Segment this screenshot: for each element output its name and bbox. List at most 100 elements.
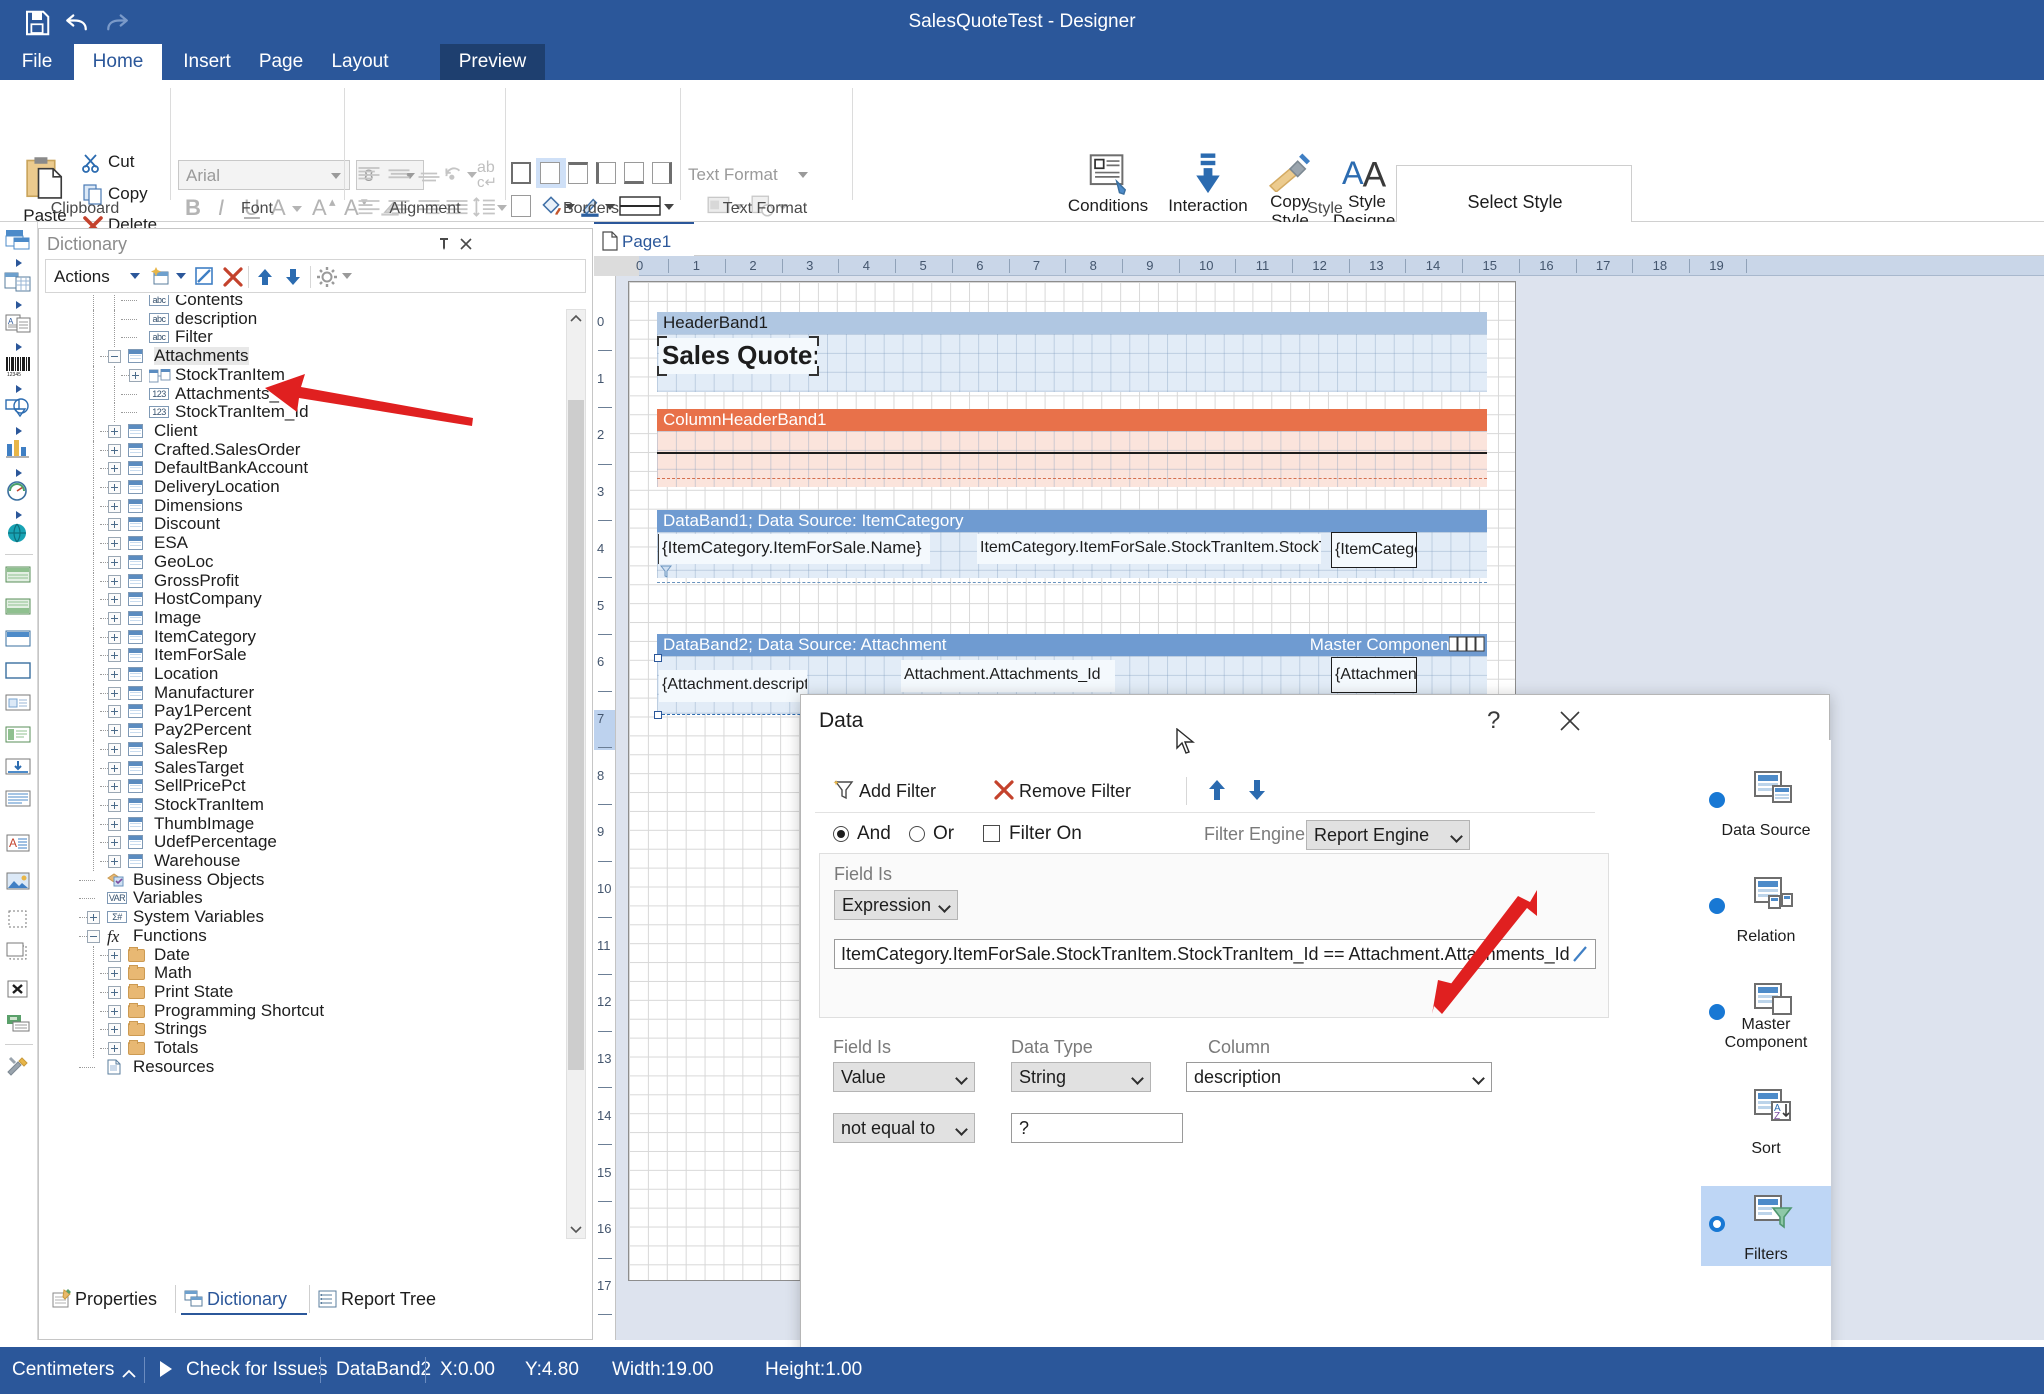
expand-icon[interactable] [108,742,121,756]
align-middle-button[interactable] [382,160,416,190]
expand-icon[interactable] [108,1004,121,1018]
move-up-icon[interactable] [254,266,276,293]
close-panel-icon[interactable] [458,236,474,252]
shape-icon[interactable] [4,396,34,422]
barcode-icon[interactable]: 12345 [4,354,34,380]
expand-icon[interactable] [108,462,121,476]
new-item-icon[interactable] [150,266,172,293]
tree-item-crafted-salesorder[interactable]: Crafted.SalesOrder [45,440,565,460]
expand-icon[interactable] [108,798,121,812]
expand-icon[interactable] [108,686,121,700]
tab-file[interactable]: File [8,44,66,80]
align-top-button[interactable] [352,160,386,190]
tab-layout[interactable]: Layout [320,44,400,80]
tree-item-strings[interactable]: Strings [45,1020,565,1039]
expand-icon[interactable] [129,368,142,382]
expand-icon[interactable] [108,518,121,532]
filter-engine-select[interactable]: Report Engine [1306,820,1470,850]
component-attachment-description[interactable]: {Attachment.description} [659,670,807,702]
shape-dropdown-icon[interactable] [13,422,25,435]
expand-icon[interactable] [108,668,121,681]
expand-icon[interactable] [108,1023,121,1037]
table-icon[interactable] [4,270,34,296]
edit-icon[interactable] [194,266,216,293]
image-icon[interactable] [4,870,34,896]
component-itemcategory-name[interactable]: {ItemCategory.ItemForSale.Name} [658,534,930,564]
or-radio[interactable] [909,826,925,842]
tree-item-system-variables[interactable]: Σ# System Variables [45,908,565,927]
tab-home[interactable]: Home [74,44,162,80]
mode-relation[interactable]: Relation [1701,868,1831,948]
actions-menu-button[interactable]: Actions [54,267,110,287]
mode-master-component[interactable]: Master Component [1701,974,1831,1054]
expand-icon[interactable] [108,724,121,738]
dictionary-tree[interactable]: abc Contents abc description abc Filter Attach… [45,295,586,1279]
tree-item-hostcompany[interactable]: HostCompany [45,590,565,609]
border-none-button[interactable] [540,162,560,184]
border-all-button[interactable] [511,162,531,184]
dashed-panel-icon[interactable] [4,908,34,934]
tree-item-manufacturer[interactable]: Manufacturer [45,683,565,703]
barcode-dropdown-icon[interactable] [13,380,25,393]
border-right-button[interactable] [652,162,672,184]
map-icon[interactable] [4,522,34,548]
chart-dropdown-icon[interactable] [13,464,25,477]
check-for-issues-button[interactable]: Check for Issues [186,1359,328,1381]
tree-item-stocktranitem[interactable]: StockTranItem [45,795,565,815]
expand-icon[interactable] [108,967,121,981]
dictionary-scrollbar[interactable] [566,309,586,1239]
tree-item-geoloc[interactable]: GeoLoc [45,552,565,572]
tree-item-print-state[interactable]: Print State [45,982,565,1002]
scroll-up-arrow[interactable] [568,310,584,327]
tree-item-variables[interactable]: VAR Variables [45,889,565,908]
move-up-icon[interactable] [1205,777,1229,808]
tree-item-esa[interactable]: ESA [45,534,565,553]
footer-band-icon[interactable] [4,596,34,622]
expand-icon[interactable] [108,948,121,962]
expand-icon[interactable] [108,649,121,663]
tree-item-stocktranitem-id[interactable]: 123 StockTranItem_Id [45,403,565,422]
expand-icon[interactable] [87,911,100,925]
scroll-down-arrow[interactable] [568,1221,584,1238]
chevron-down-icon[interactable] [342,273,352,279]
text-dropdown-icon[interactable] [13,338,25,351]
units-selector[interactable]: Centimeters [12,1359,114,1381]
component-stocktranitem-id[interactable]: ItemCategory.ItemForSale.StockTranItem.S… [977,534,1321,564]
group-header-icon[interactable] [4,692,34,718]
border-left-button[interactable] [596,162,616,184]
cut-button[interactable]: Cut [78,148,188,178]
expand-icon[interactable] [108,855,121,868]
tree-item-itemforsale[interactable]: ItemForSale [45,646,565,665]
expand-icon[interactable] [108,424,121,438]
close-icon[interactable] [1558,709,1582,738]
word-wrap-button[interactable]: ab c↵ [474,159,506,191]
tree-item-defaultbankaccount[interactable]: DefaultBankAccount [45,459,565,478]
tree-item-itemcategory[interactable]: ItemCategory [45,627,565,647]
expand-icon[interactable] [108,705,121,719]
gauge-dropdown-icon[interactable] [13,506,25,519]
page-dropdown-icon[interactable] [13,254,25,267]
tree-item-programming-shortcut[interactable]: Programming Shortcut [45,1001,565,1021]
collapse-icon[interactable] [87,929,100,943]
pencil-icon[interactable] [1571,944,1589,969]
tree-item-resources[interactable]: Resources [45,1057,565,1077]
dialog-help-button[interactable]: ? [1487,707,1500,735]
tree-item-salestarget[interactable]: SalesTarget [45,758,565,778]
chevron-down-icon[interactable] [176,273,186,279]
resource-icon[interactable] [4,1012,34,1038]
expand-icon[interactable] [108,443,121,457]
expand-icon[interactable] [108,481,121,494]
databand-icon[interactable] [4,628,34,654]
expand-icon[interactable] [108,1042,121,1055]
compare-value-input[interactable]: ? [1011,1113,1183,1143]
tree-item-filter[interactable]: abc Filter [45,328,565,348]
collapse-icon[interactable] [108,350,121,364]
text-band-icon[interactable] [4,788,34,814]
data-type-select[interactable]: String [1011,1062,1151,1092]
expand-icon[interactable] [108,574,121,588]
tree-item-location[interactable]: Location [45,665,565,684]
tree-item-sellpricepct[interactable]: SellPricePct [45,777,565,796]
tab-insert[interactable]: Insert [172,44,242,80]
gauge-icon[interactable] [4,480,34,506]
tree-item-discount[interactable]: Discount [45,515,565,535]
